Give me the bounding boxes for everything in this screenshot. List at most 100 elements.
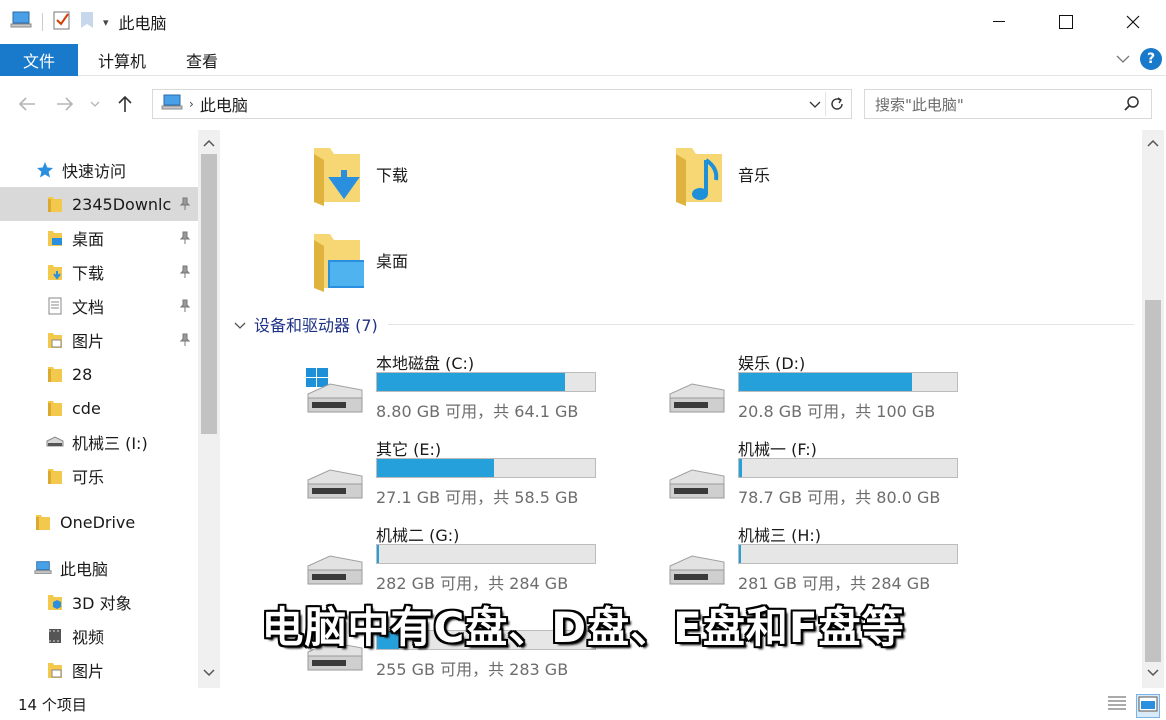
drive-icon	[666, 454, 728, 506]
drive-tile[interactable]: 机械三 (H:) 281 GB 可用，共 284 GB	[584, 522, 958, 602]
drive-usage-bar	[738, 372, 958, 392]
address-bar[interactable]: › 此电脑	[152, 89, 852, 119]
sidebar-item-pictures[interactable]: 图片	[0, 323, 198, 357]
downloads-folder-icon	[310, 142, 364, 210]
sidebar-item-this-pc[interactable]: 此电脑	[0, 551, 198, 585]
drive-name: 机械一 (F:)	[738, 440, 817, 459]
tiles-view-icon[interactable]	[1136, 694, 1160, 718]
sidebar-item-label: 2345Downlc	[72, 194, 172, 214]
address-dropdown-icon[interactable]	[809, 94, 821, 118]
sidebar-item-documents[interactable]: 文档	[0, 289, 198, 323]
pin-icon[interactable]	[178, 230, 192, 249]
drive-free-space: 255 GB 可用，共 283 GB	[376, 660, 569, 679]
quick-access-toolbar: ▾	[10, 10, 109, 34]
chevron-right-icon[interactable]: ›	[189, 97, 194, 111]
sidebar-item-quick-access[interactable]: 快速访问	[0, 153, 198, 187]
windows-drive-icon	[304, 368, 366, 420]
drive-usage-bar	[738, 458, 958, 478]
drive-usage-fill	[377, 545, 379, 563]
sidebar-item-label: cde	[72, 398, 101, 418]
pin-icon[interactable]	[178, 332, 192, 351]
tab-view[interactable]: 查看	[166, 44, 238, 76]
recent-locations-button[interactable]	[80, 89, 110, 119]
drive-tile[interactable]: 机械二 (G:) 282 GB 可用，共 284 GB	[222, 522, 596, 602]
sidebar-item-28[interactable]: 28	[0, 357, 198, 391]
folder-music[interactable]: 音乐	[672, 142, 770, 210]
sidebar-item-label: 文档	[72, 298, 105, 317]
drive-name: 娱乐 (D:)	[738, 354, 806, 373]
sidebar-item-onedrive[interactable]: OneDrive	[0, 505, 198, 539]
ribbon-right-controls: ?	[1116, 48, 1162, 70]
scroll-up-icon[interactable]	[198, 132, 220, 154]
folder-icon	[46, 399, 64, 417]
sidebar-item-2345downloads[interactable]: 2345Downlc	[0, 187, 198, 221]
pin-icon[interactable]	[178, 298, 192, 317]
toolbar-separator	[42, 13, 43, 31]
properties-icon[interactable]	[53, 10, 71, 34]
sidebar-item-label: 可乐	[72, 468, 105, 487]
pin-icon[interactable]	[178, 196, 192, 215]
details-view-icon[interactable]	[1106, 694, 1128, 718]
drive-icon	[304, 454, 366, 506]
drive-tile[interactable]: 本地磁盘 (C:) 8.80 GB 可用，共 64.1 GB	[222, 350, 596, 430]
customize-toolbar-icon[interactable]: ▾	[103, 16, 109, 29]
folder-desktop[interactable]: 桌面	[310, 228, 408, 296]
expand-ribbon-icon[interactable]	[1116, 50, 1130, 68]
drive-name: 其它 (E:)	[376, 440, 442, 459]
computer-icon	[161, 94, 183, 114]
minimize-button[interactable]	[965, 0, 1032, 44]
new-folder-icon[interactable]	[79, 10, 95, 34]
drive-free-space: 27.1 GB 可用，共 58.5 GB	[376, 488, 579, 507]
drive-usage-fill	[739, 373, 912, 391]
scrollbar-thumb[interactable]	[201, 154, 217, 434]
tab-computer[interactable]: 计算机	[78, 44, 166, 76]
sidebar-item-label: 图片	[72, 662, 105, 681]
drive-free-space: 20.8 GB 可用，共 100 GB	[738, 402, 936, 421]
computer-icon	[34, 559, 52, 577]
navigation-bar: › 此电脑 搜索"此电脑"	[0, 78, 1166, 130]
tab-file[interactable]: 文件	[0, 43, 78, 76]
sidebar-item-label: OneDrive	[60, 512, 136, 532]
sidebar-item-downloads[interactable]: 下载	[0, 255, 198, 289]
downloads-folder-icon	[46, 263, 64, 281]
sidebar-item-pictures-2[interactable]: 图片	[0, 653, 198, 687]
folder-icon	[46, 467, 64, 485]
address-path[interactable]: 此电脑	[200, 92, 248, 116]
scroll-down-icon[interactable]	[1142, 662, 1164, 684]
search-box[interactable]: 搜索"此电脑"	[864, 89, 1152, 119]
scroll-up-icon[interactable]	[1142, 132, 1164, 154]
chevron-down-icon[interactable]	[234, 315, 246, 334]
drive-tile[interactable]: 机械一 (F:) 78.7 GB 可用，共 80.0 GB	[584, 436, 958, 516]
drive-tile[interactable]: 其它 (E:) 27.1 GB 可用，共 58.5 GB	[222, 436, 596, 516]
title-bar: ▾ 此电脑	[0, 0, 1166, 44]
drive-usage-bar	[376, 544, 596, 564]
desktop-folder-icon	[46, 229, 64, 247]
sidebar-item-cde[interactable]: cde	[0, 391, 198, 425]
drive-free-space: 78.7 GB 可用，共 80.0 GB	[738, 488, 941, 507]
documents-folder-icon	[46, 297, 64, 315]
scroll-down-icon[interactable]	[198, 662, 220, 684]
item-count: 14 个项目	[18, 695, 87, 714]
refresh-icon[interactable]	[825, 92, 847, 116]
sidebar-item-cola[interactable]: 可乐	[0, 459, 198, 493]
back-button[interactable]	[12, 89, 42, 119]
sidebar-item-label: 机械三 (I:)	[72, 434, 148, 453]
folder-downloads[interactable]: 下载	[310, 142, 408, 210]
devices-group-header[interactable]: 设备和驱动器 (7)	[234, 312, 1134, 336]
drive-free-space: 281 GB 可用，共 284 GB	[738, 574, 931, 593]
maximize-button[interactable]	[1032, 0, 1099, 44]
sidebar-item-label: 此电脑	[60, 560, 109, 579]
help-icon[interactable]: ?	[1140, 48, 1162, 70]
sidebar-item-drive-i[interactable]: 机械三 (I:)	[0, 425, 198, 459]
drive-icon	[46, 433, 64, 451]
pin-icon[interactable]	[178, 264, 192, 283]
up-button[interactable]	[110, 89, 140, 119]
computer-icon[interactable]	[10, 11, 32, 33]
close-button[interactable]	[1099, 0, 1166, 44]
search-icon[interactable]	[1123, 95, 1141, 117]
search-input[interactable]: 搜索"此电脑"	[875, 94, 964, 115]
sidebar-item-desktop[interactable]: 桌面	[0, 221, 198, 255]
drive-tile[interactable]: 娱乐 (D:) 20.8 GB 可用，共 100 GB	[584, 350, 958, 430]
folder-label: 桌面	[376, 252, 409, 271]
forward-button[interactable]	[50, 89, 80, 119]
